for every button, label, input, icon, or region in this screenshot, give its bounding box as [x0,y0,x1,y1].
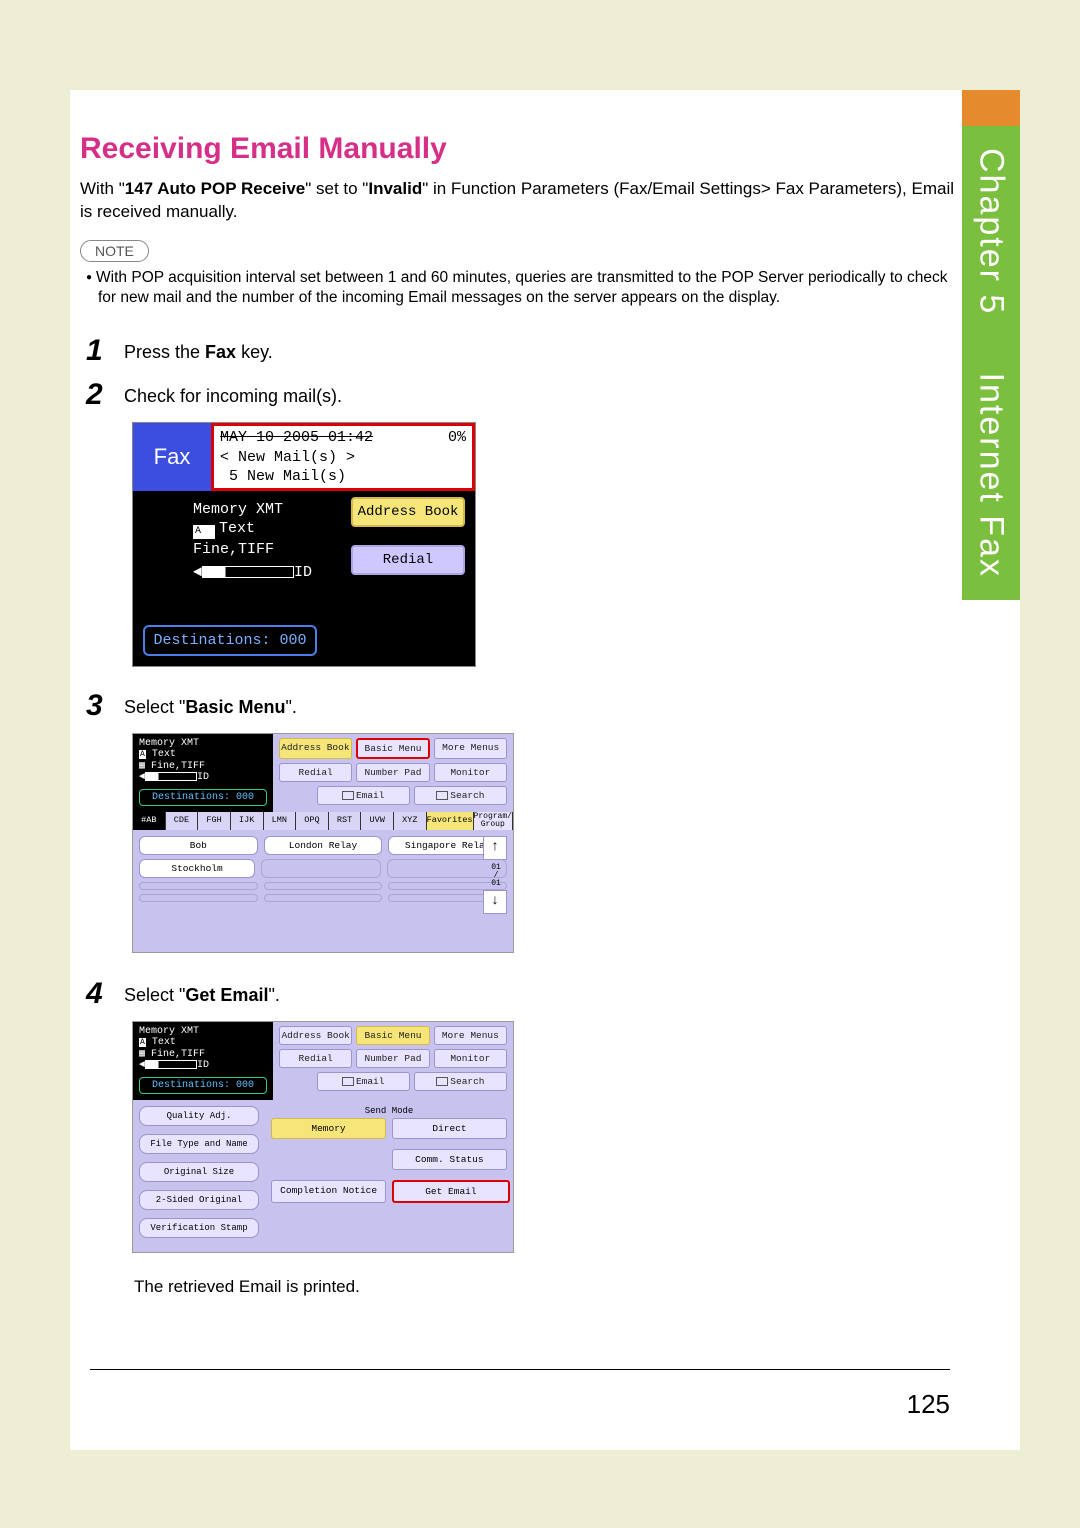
step-number: 4 [86,977,124,1011]
more-menus-button[interactable]: More Menus [434,1026,507,1045]
fax-screenshot-newmail: Fax MAY 10 2005 01:420% < New Mail(s) > … [132,422,476,667]
get-email-button[interactable]: Get Email [392,1180,509,1203]
tab-favorites[interactable]: Favorites [427,812,474,830]
envelope-icon [342,791,354,800]
book-icon [436,791,448,800]
step-number: 3 [86,689,124,723]
side-tab-accent [962,90,1020,126]
direct-button[interactable]: Direct [392,1118,507,1139]
step-4: 4 Select "Get Email". [86,977,960,1011]
scroll-down-button[interactable]: ↓ [483,890,507,914]
status-panel: Memory XMT A Text ▦ Fine,TIFF ◄ID Destin… [133,1022,273,1100]
step-1: 1 Press the Fax key. [86,334,960,368]
destinations-button[interactable]: Destinations: 000 [139,789,267,806]
address-book-button[interactable]: Address Book [279,1026,352,1045]
side-tab-main: Chapter 5 Internet Fax [962,126,1020,600]
number-pad-button[interactable]: Number Pad [356,763,429,782]
destinations-button[interactable]: Destinations: 000 [139,1077,267,1094]
id-bar-icon [145,1060,197,1069]
step-number: 1 [86,334,124,368]
steps-list: 1 Press the Fax key. 2 Check for incomin… [86,334,960,1297]
envelope-icon [342,1077,354,1086]
completion-notice-button[interactable]: Completion Notice [271,1180,386,1203]
address-book-button[interactable]: Address Book [351,497,465,527]
email-button[interactable]: Email [317,1072,410,1091]
search-button[interactable]: Search [414,1072,507,1091]
tab-fgh[interactable]: FGH [198,812,231,830]
note-badge: NOTE [80,240,149,262]
tab-opq[interactable]: OPQ [296,812,329,830]
destination-entry[interactable]: Stockholm [139,859,255,878]
tab-uvw[interactable]: UVW [361,812,394,830]
fax-newmail-highlight: MAY 10 2005 01:420% < New Mail(s) > 5 Ne… [211,423,475,491]
number-pad-button[interactable]: Number Pad [356,1049,429,1068]
step-text: Press the Fax key. [124,334,960,363]
send-mode-label: Send Mode [271,1106,507,1116]
tab-lmn[interactable]: LMN [264,812,297,830]
chapter-number: Chapter 5 [973,148,1011,315]
tab-ab[interactable]: #AB [133,812,166,830]
text-mode-icon: A [193,525,215,539]
email-button[interactable]: Email [317,786,410,805]
intro-paragraph: With "147 Auto POP Receive" set to "Inva… [80,178,960,224]
monitor-button[interactable]: Monitor [434,763,507,782]
retrieved-text: The retrieved Email is printed. [134,1277,960,1297]
step-3: 3 Select "Basic Menu". [86,689,960,723]
text-mode-icon: A [139,1038,146,1047]
comm-status-button[interactable]: Comm. Status [392,1149,507,1170]
status-panel: Memory XMT A Text ▦ Fine,TIFF ◄ID Destin… [133,734,273,812]
document-page: Chapter 5 Internet Fax Receiving Email M… [70,90,1020,1450]
redial-button[interactable]: Redial [351,545,465,575]
tab-program-group[interactable]: Program/ Group [474,812,513,830]
fax-screenshot-basicmenu: Memory XMT A Text ▦ Fine,TIFF ◄ID Destin… [132,733,514,953]
address-book-button[interactable]: Address Book [279,738,352,759]
memory-button[interactable]: Memory [271,1118,386,1139]
destinations-button[interactable]: Destinations: 000 [143,625,317,656]
page-number: 125 [907,1389,950,1420]
verification-stamp-button[interactable]: Verification Stamp [139,1218,259,1238]
chapter-side-text: Chapter 5 Internet Fax [972,148,1011,578]
step-text: Check for incoming mail(s). [124,378,960,407]
basic-menu-button[interactable]: Basic Menu [356,1026,429,1045]
tab-cde[interactable]: CDE [166,812,199,830]
chapter-side-tab: Chapter 5 Internet Fax [962,90,1020,600]
redial-button[interactable]: Redial [279,763,352,782]
fax-tab-label: Fax [133,423,211,491]
basic-menu-button[interactable]: Basic Menu [356,738,431,759]
step-text: Select "Get Email". [124,977,960,1006]
destination-empty [261,859,381,878]
step-number: 2 [86,378,124,412]
page-indicator: 01 / 01 [485,864,507,888]
right-option-column: Send Mode Memory Direct Comm. Status Com… [265,1100,513,1252]
scroll-up-button[interactable]: ↑ [483,836,507,860]
more-menus-button[interactable]: More Menus [434,738,507,759]
destination-list: Bob London Relay Singapore Relay Stockho… [133,830,513,952]
redial-button[interactable]: Redial [279,1049,352,1068]
left-option-column: Quality Adj. File Type and Name Original… [133,1100,265,1252]
destination-entry[interactable]: London Relay [264,836,383,855]
section-heading: Receiving Email Manually [80,132,960,166]
step-2: 2 Check for incoming mail(s). [86,378,960,412]
tab-rst[interactable]: RST [329,812,362,830]
id-bar-icon [202,566,294,578]
step-text: Select "Basic Menu". [124,689,960,718]
destination-entry[interactable]: Bob [139,836,258,855]
text-mode-icon: A [139,750,146,759]
monitor-button[interactable]: Monitor [434,1049,507,1068]
quality-adj-button[interactable]: Quality Adj. [139,1106,259,1126]
book-icon [436,1077,448,1086]
search-button[interactable]: Search [414,786,507,805]
alpha-tabs[interactable]: #AB CDE FGH IJK LMN OPQ RST UVW XYZ Favo… [133,812,513,830]
footer-rule [90,1369,950,1370]
file-type-button[interactable]: File Type and Name [139,1134,259,1154]
tab-xyz[interactable]: XYZ [394,812,427,830]
id-bar-icon [145,772,197,781]
fax-screenshot-getemail: Memory XMT A Text ▦ Fine,TIFF ◄ID Destin… [132,1021,514,1253]
two-sided-button[interactable]: 2-Sided Original [139,1190,259,1210]
page-content: Receiving Email Manually With "147 Auto … [70,90,1020,1297]
original-size-button[interactable]: Original Size [139,1162,259,1182]
chapter-title: Internet Fax [973,373,1011,578]
tab-ijk[interactable]: IJK [231,812,264,830]
note-text: With POP acquisition interval set betwee… [98,268,960,308]
